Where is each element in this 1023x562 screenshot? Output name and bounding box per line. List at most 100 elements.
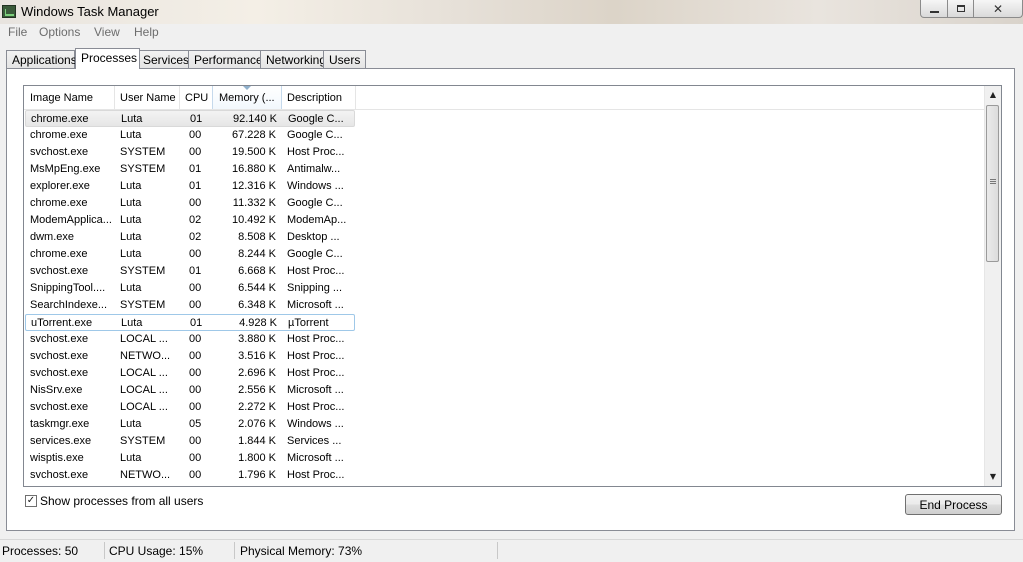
cell-cpu: 01 bbox=[190, 317, 203, 329]
cell-description: Windows ... bbox=[287, 418, 344, 430]
process-row[interactable]: chrome.exe Luta 01 92.140 K Google C... bbox=[25, 110, 355, 127]
process-row[interactable]: dwm.exe Luta 02 8.508 K Desktop ... bbox=[25, 229, 355, 246]
cell-user-name: Luta bbox=[120, 197, 142, 209]
cell-description: Services ... bbox=[287, 435, 342, 447]
scroll-down-button[interactable]: ▼ bbox=[985, 468, 1001, 485]
grip-icon bbox=[990, 179, 996, 180]
process-row[interactable]: NisSrv.exe LOCAL ... 00 2.556 K Microsoft ..… bbox=[25, 382, 355, 399]
cell-user-name: Luta bbox=[120, 214, 142, 226]
cell-user-name: LOCAL ... bbox=[120, 367, 168, 379]
process-row[interactable]: chrome.exe Luta 00 11.332 K Google C... bbox=[25, 195, 355, 212]
column-memory-label: Memory (... bbox=[219, 92, 275, 104]
tab-processes[interactable]: Processes bbox=[75, 48, 140, 69]
tab-services[interactable]: Services bbox=[137, 50, 189, 68]
cell-description: Host Proc... bbox=[287, 350, 345, 362]
process-row[interactable]: svchost.exe LOCAL ... 00 2.696 K Host Proc..… bbox=[25, 365, 355, 382]
process-row[interactable]: explorer.exe Luta 01 12.316 K Windows ... bbox=[25, 178, 355, 195]
show-all-users-option[interactable]: ✓ Show processes from all users bbox=[25, 494, 203, 508]
cell-memory: 92.140 K bbox=[232, 113, 277, 125]
cell-image-name: SearchIndexe... bbox=[30, 299, 108, 311]
minimize-button[interactable] bbox=[920, 0, 948, 18]
status-divider bbox=[497, 542, 498, 559]
process-row[interactable]: svchost.exe SYSTEM 01 6.668 K Host Proc... bbox=[25, 263, 355, 280]
show-all-users-checkbox[interactable]: ✓ bbox=[25, 495, 37, 507]
maximize-button[interactable] bbox=[947, 0, 974, 18]
process-row[interactable]: svchost.exe NETWO... 00 1.796 K Host Proc... bbox=[25, 467, 355, 484]
cell-image-name: svchost.exe bbox=[30, 469, 89, 481]
scroll-up-button[interactable]: ▲ bbox=[985, 86, 1001, 103]
column-cpu[interactable]: CPU bbox=[179, 86, 213, 109]
cell-cpu: 00 bbox=[189, 350, 202, 362]
cell-cpu: 02 bbox=[189, 214, 202, 226]
cell-memory: 2.272 K bbox=[238, 401, 276, 413]
cell-description: Host Proc... bbox=[287, 333, 345, 345]
cell-description: Microsoft ... bbox=[287, 299, 344, 311]
cell-user-name: SYSTEM bbox=[120, 435, 166, 447]
tab-users[interactable]: Users bbox=[323, 50, 366, 68]
process-row[interactable]: svchost.exe LOCAL ... 00 2.272 K Host Proc..… bbox=[25, 399, 355, 416]
menu-view[interactable]: View bbox=[94, 25, 120, 39]
process-row[interactable]: SearchIndexe... SYSTEM 00 6.348 K Microsoft … bbox=[25, 297, 355, 314]
show-all-users-label[interactable]: Show processes from all users bbox=[40, 494, 203, 508]
cell-user-name: Luta bbox=[121, 317, 143, 329]
cell-image-name: NisSrv.exe bbox=[30, 384, 83, 396]
process-row[interactable]: wisptis.exe Luta 00 1.800 K Microsoft ... bbox=[25, 450, 355, 467]
cell-user-name: NETWO... bbox=[120, 350, 171, 362]
cell-image-name: SnippingTool.... bbox=[30, 282, 106, 294]
cell-description: Microsoft ... bbox=[287, 384, 344, 396]
process-row[interactable]: chrome.exe Luta 00 67.228 K Google C... bbox=[25, 127, 355, 144]
cell-image-name: ModemApplica... bbox=[30, 214, 112, 226]
vertical-scrollbar[interactable]: ▲ ▼ bbox=[984, 86, 1001, 486]
process-row[interactable]: taskmgr.exe Luta 05 2.076 K Windows ... bbox=[25, 416, 355, 433]
menu-options[interactable]: Options bbox=[39, 25, 80, 39]
cell-image-name: svchost.exe bbox=[30, 146, 89, 158]
cell-description: Host Proc... bbox=[287, 265, 345, 277]
cell-memory: 6.544 K bbox=[238, 282, 276, 294]
cell-cpu: 00 bbox=[189, 435, 202, 447]
cell-user-name: NETWO... bbox=[120, 469, 171, 481]
tab-applications[interactable]: Applications bbox=[6, 50, 77, 68]
list-header: Image Name User Name CPU Memory (... Des… bbox=[24, 86, 984, 110]
column-user-name[interactable]: User Name bbox=[114, 86, 180, 109]
tab-networking[interactable]: Networking bbox=[260, 50, 326, 68]
cell-memory: 2.556 K bbox=[238, 384, 276, 396]
column-memory[interactable]: Memory (... bbox=[212, 86, 282, 109]
cell-user-name: Luta bbox=[120, 282, 142, 294]
process-row[interactable]: svchost.exe SYSTEM 00 19.500 K Host Proc... bbox=[25, 144, 355, 161]
cell-description: Google C... bbox=[288, 113, 344, 125]
cell-user-name: Luta bbox=[120, 452, 142, 464]
cell-cpu: 05 bbox=[189, 418, 202, 430]
end-process-button[interactable]: End Process bbox=[905, 494, 1002, 515]
cell-description: Host Proc... bbox=[287, 469, 345, 481]
tab-performance[interactable]: Performance bbox=[188, 50, 263, 68]
menu-help[interactable]: Help bbox=[134, 25, 159, 39]
window-title: Windows Task Manager bbox=[21, 4, 159, 19]
arrow-up-icon: ▲ bbox=[989, 90, 997, 99]
process-row[interactable]: ModemApplica... Luta 02 10.492 K ModemAp... bbox=[25, 212, 355, 229]
cell-image-name: svchost.exe bbox=[30, 401, 89, 413]
cell-cpu: 00 bbox=[189, 129, 202, 141]
cell-image-name: chrome.exe bbox=[31, 113, 89, 125]
process-row[interactable]: SnippingTool.... Luta 00 6.544 K Snipping ..… bbox=[25, 280, 355, 297]
process-row[interactable]: chrome.exe Luta 00 8.244 K Google C... bbox=[25, 246, 355, 263]
process-row[interactable]: svchost.exe NETWO... 00 3.516 K Host Proc... bbox=[25, 348, 355, 365]
scroll-thumb[interactable] bbox=[986, 105, 999, 262]
close-button[interactable]: ✕ bbox=[973, 0, 1023, 18]
menu-bar: File Options View Help bbox=[0, 24, 1023, 41]
process-row[interactable]: MsMpEng.exe SYSTEM 01 16.880 K Antimalw... bbox=[25, 161, 355, 178]
column-image-name[interactable]: Image Name bbox=[24, 86, 115, 109]
cell-memory: 16.880 K bbox=[231, 163, 276, 175]
process-row[interactable]: uTorrent.exe Luta 01 4.928 K µTorrent bbox=[25, 314, 355, 331]
status-cpu-usage: CPU Usage: 15% bbox=[109, 544, 204, 558]
process-list[interactable]: Image Name User Name CPU Memory (... Des… bbox=[23, 85, 1002, 487]
process-row[interactable]: services.exe SYSTEM 00 1.844 K Services ... bbox=[25, 433, 355, 450]
cell-image-name: chrome.exe bbox=[30, 129, 88, 141]
cell-image-name: explorer.exe bbox=[30, 180, 90, 192]
cell-user-name: LOCAL ... bbox=[120, 384, 168, 396]
minimize-icon bbox=[929, 10, 939, 13]
column-description[interactable]: Description bbox=[281, 86, 356, 109]
process-row[interactable]: svchost.exe LOCAL ... 00 3.880 K Host Proc..… bbox=[25, 331, 355, 348]
cell-image-name: svchost.exe bbox=[30, 333, 89, 345]
cell-cpu: 00 bbox=[189, 367, 202, 379]
menu-file[interactable]: File bbox=[8, 25, 27, 39]
